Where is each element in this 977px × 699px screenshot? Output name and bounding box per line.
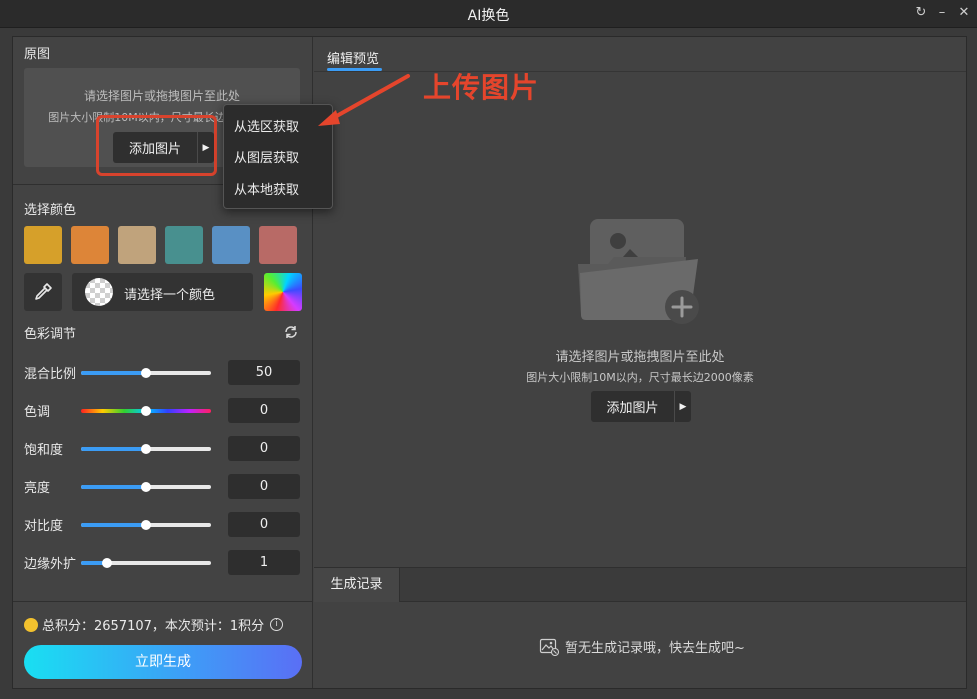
slider-knob[interactable] bbox=[141, 520, 151, 530]
adjust-label: 色调 bbox=[24, 405, 51, 420]
history-empty-state: 暂无生成记录哦，快去生成吧~ bbox=[539, 637, 745, 656]
main-panel: 原图 请选择图片或拖拽图片至此处 图片大小限制10M以内，尺寸最长边2000像素… bbox=[12, 36, 967, 689]
reset-icon[interactable] bbox=[283, 324, 299, 340]
menu-item-from-layer[interactable]: 从图层获取 bbox=[234, 147, 299, 166]
info-icon[interactable]: i bbox=[270, 618, 284, 631]
adjust-label: 饱和度 bbox=[24, 443, 64, 458]
window-title: AI换色 bbox=[467, 8, 510, 24]
coin-icon bbox=[24, 617, 38, 632]
color-swatch[interactable] bbox=[24, 226, 62, 264]
color-swatch[interactable] bbox=[71, 226, 109, 264]
adjust-value-input[interactable]: 0 bbox=[228, 436, 300, 461]
history-empty-text: 暂无生成记录哦，快去生成吧~ bbox=[565, 641, 745, 656]
eyedropper-button[interactable] bbox=[24, 273, 62, 311]
history-tab-bar: 生成记录 bbox=[314, 567, 966, 602]
adjust-slider[interactable] bbox=[81, 406, 211, 416]
points-text: 总积分：2657107，本次预计：1积分 bbox=[42, 619, 265, 634]
adjust-value-input[interactable]: 0 bbox=[228, 474, 300, 499]
adjust-slider[interactable] bbox=[81, 558, 211, 568]
refresh-icon[interactable]: ↻ bbox=[913, 5, 929, 21]
highlight-box bbox=[96, 115, 217, 176]
eyedropper-icon bbox=[35, 283, 52, 300]
preview-empty-limit-hint: 图片大小限制10M以内，尺寸最长边2000像素 bbox=[526, 371, 754, 384]
dropzone-hint: 请选择图片或拖拽图片至此处 bbox=[83, 89, 240, 103]
color-swatch[interactable] bbox=[165, 226, 203, 264]
add-image-label[interactable]: 添加图片 bbox=[591, 391, 674, 422]
slider-fill bbox=[81, 523, 146, 527]
tab-history[interactable]: 生成记录 bbox=[314, 568, 400, 602]
slider-knob[interactable] bbox=[141, 406, 151, 416]
adjust-value-input[interactable]: 0 bbox=[228, 512, 300, 537]
adjust-slider[interactable] bbox=[81, 368, 211, 378]
adjust-label: 对比度 bbox=[24, 519, 64, 534]
slider-fill bbox=[81, 485, 146, 489]
color-section-title: 选择颜色 bbox=[24, 203, 77, 218]
adjust-label: 混合比例 bbox=[24, 367, 77, 382]
slider-knob[interactable] bbox=[141, 368, 151, 378]
menu-item-from-selection[interactable]: 从选区获取 bbox=[234, 116, 299, 135]
color-swatch[interactable] bbox=[118, 226, 156, 264]
annotation-arrow-icon bbox=[318, 74, 410, 126]
original-section-title: 原图 bbox=[24, 47, 51, 62]
adjust-section-title: 色彩调节 bbox=[24, 327, 77, 342]
color-picker-button[interactable]: 请选择一个颜色 bbox=[72, 273, 253, 311]
slider-fill bbox=[81, 371, 146, 375]
right-panel: 编辑预览 请选择图片或拖拽图片至此处 图片大小限制10M以内，尺寸最长边2000… bbox=[314, 37, 966, 688]
color-picker-label: 请选择一个颜色 bbox=[124, 288, 216, 303]
adjust-slider[interactable] bbox=[81, 482, 211, 492]
minimize-icon[interactable]: – bbox=[934, 5, 950, 21]
preview-empty-hint: 请选择图片或拖拽图片至此处 bbox=[555, 350, 725, 365]
adjust-label: 亮度 bbox=[24, 481, 51, 496]
adjust-label: 边缘外扩 bbox=[24, 557, 77, 572]
slider-knob[interactable] bbox=[102, 558, 112, 568]
add-image-illustration-icon bbox=[578, 219, 699, 324]
preview-add-image-button[interactable]: 添加图片 ▶ bbox=[591, 391, 691, 422]
adjust-value-input[interactable]: 0 bbox=[228, 398, 300, 423]
adjust-slider[interactable] bbox=[81, 444, 211, 454]
adjust-value-input[interactable]: 1 bbox=[228, 550, 300, 575]
slider-knob[interactable] bbox=[141, 482, 151, 492]
title-bar: AI换色 ↻ – ✕ bbox=[0, 0, 977, 28]
color-swatch[interactable] bbox=[259, 226, 297, 264]
points-info: 总积分：2657107，本次预计：1积分 i bbox=[24, 615, 284, 634]
color-wheel-button[interactable] bbox=[264, 273, 302, 311]
generate-button[interactable]: 立即生成 bbox=[24, 645, 302, 679]
annotation-label: 上传图片 bbox=[423, 71, 540, 104]
divider bbox=[13, 601, 313, 602]
close-icon[interactable]: ✕ bbox=[956, 5, 972, 21]
image-placeholder-icon bbox=[539, 638, 559, 656]
adjust-slider[interactable] bbox=[81, 520, 211, 530]
caret-right-icon[interactable]: ▶ bbox=[674, 391, 691, 422]
color-swatch[interactable] bbox=[212, 226, 250, 264]
transparent-swatch-icon bbox=[85, 278, 113, 306]
slider-fill bbox=[81, 447, 146, 451]
slider-knob[interactable] bbox=[141, 444, 151, 454]
tab-edit-preview[interactable]: 编辑预览 bbox=[327, 48, 379, 67]
adjust-value-input[interactable]: 50 bbox=[228, 360, 300, 385]
menu-item-from-local[interactable]: 从本地获取 bbox=[234, 179, 299, 198]
